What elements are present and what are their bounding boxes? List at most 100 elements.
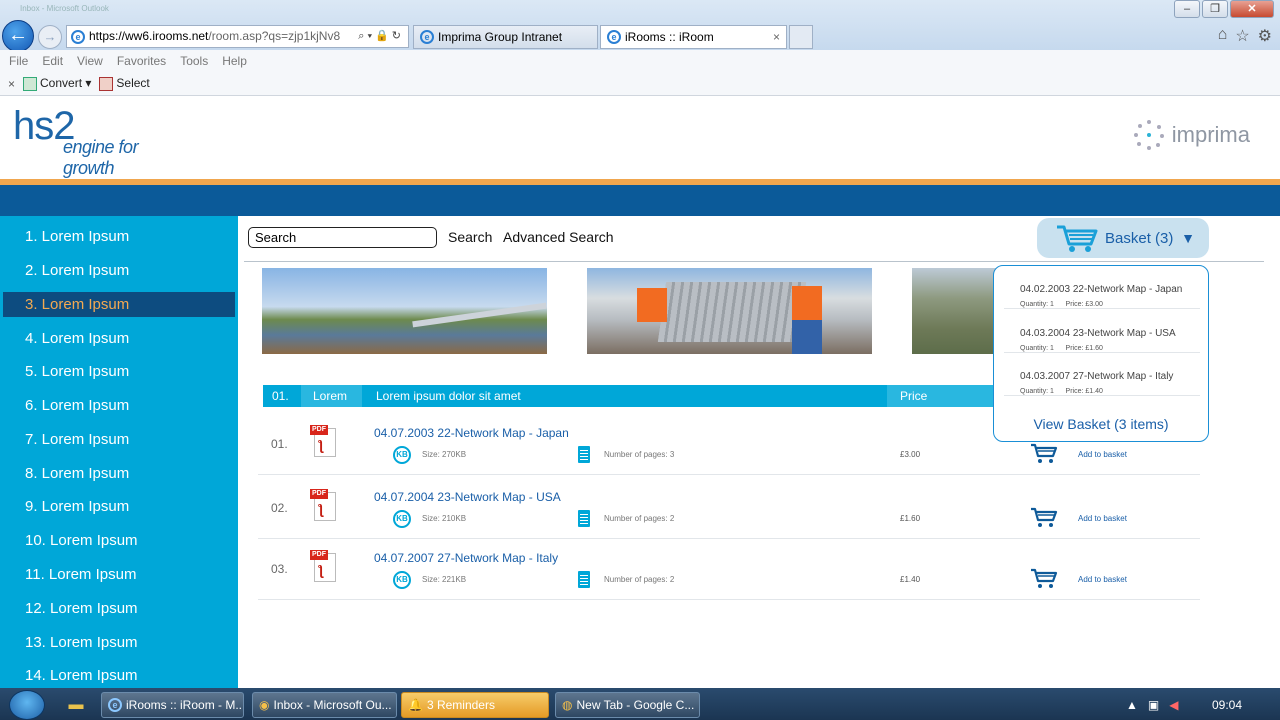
row-number: 02. [271,501,288,515]
tray-device-icon[interactable]: ▣ [1148,698,1159,712]
sidebar: 1. Lorem Ipsum 2. Lorem Ipsum 3. Lorem I… [0,216,238,688]
basket-item-title: 04.03.2004 23-Network Map - USA [1020,328,1176,339]
taskbar-item-reminders[interactable]: 🔔 3 Reminders [401,692,549,718]
sidebar-item-6[interactable]: 6. Lorem Ipsum [3,393,235,418]
add-to-basket-link[interactable]: Add to basket [1078,450,1127,459]
basket-label: Basket (3) [1105,229,1174,247]
select-icon [99,76,114,91]
menu-file[interactable]: File [9,50,28,72]
pdf-icon[interactable]: PDF ƪ [310,425,338,458]
restore-button[interactable]: ❐ [1202,0,1228,18]
column-header[interactable]: Lorem ipsum dolor sit amet [363,385,887,407]
window-controls: – ❐ ✕ [1174,0,1274,18]
favorites-star-icon[interactable]: ☆ [1235,26,1249,46]
add-to-basket-cart-icon[interactable] [1030,567,1058,589]
folder-icon[interactable]: ▬ [60,691,92,718]
sidebar-item-8[interactable]: 8. Lorem Ipsum [3,461,235,486]
sidebar-item-5[interactable]: 5. Lorem Ipsum [3,359,235,384]
basket-button[interactable]: Basket (3) ▼ [1037,218,1209,258]
document-pages: Number of pages: 3 [604,450,675,459]
pdf-icon[interactable]: PDF ƪ [310,550,338,583]
add-to-basket-link[interactable]: Add to basket [1078,575,1127,584]
basket-item-meta: Quantity: 1 Price: £1.60 [1020,345,1103,352]
document-price: £3.00 [900,450,921,459]
address-tools-icons[interactable]: ⌕▾🔒↻ [358,26,408,47]
menu-view[interactable]: View [77,50,103,72]
select-button[interactable]: Select [99,76,150,91]
sidebar-item-12[interactable]: 12. Lorem Ipsum [3,596,235,621]
document-title-link[interactable]: 04.07.2007 27-Network Map - Italy [374,551,558,565]
bell-icon: 🔔 [408,698,423,712]
column-header[interactable]: 01. [263,385,300,407]
sidebar-item-11[interactable]: 11. Lorem Ipsum [3,562,235,587]
volume-muted-icon[interactable]: ◀ [1169,698,1178,712]
tab-irooms[interactable]: e iRooms :: iRoom × [600,25,787,49]
sidebar-item-14[interactable]: 14. Lorem Ipsum [3,663,235,688]
system-tray: ▲ ▣ ◀ 09:04 [1120,692,1280,718]
add-to-basket-link[interactable]: Add to basket [1078,514,1127,523]
kb-icon: KB [393,510,411,528]
document-price: £1.40 [900,575,921,584]
start-button[interactable] [9,690,45,720]
new-tab-button[interactable] [789,25,813,49]
pages-icon [578,571,590,588]
sidebar-item-7[interactable]: 7. Lorem Ipsum [3,427,235,452]
table-header: 01. Lorem Lorem ipsum dolor sit amet Pri… [263,385,993,407]
close-window-button[interactable]: ✕ [1230,0,1274,18]
document-size: Size: 221KB [422,575,467,584]
address-bar[interactable]: e https://ww6.irooms.net/room.asp?qs=zjp… [66,25,409,48]
add-to-basket-cart-icon[interactable] [1030,442,1058,464]
search-input[interactable] [248,227,437,248]
convert-button[interactable]: Convert ▾ [23,76,91,91]
hs2-logo[interactable]: hs2 engine for growth [13,104,193,178]
clock[interactable]: 09:04 [1212,698,1242,712]
add-to-basket-cart-icon[interactable] [1030,506,1058,528]
row-number: 03. [271,562,288,576]
basket-item[interactable]: 04.03.2007 27-Network Map - Italy Quanti… [1004,353,1200,396]
close-toolbar-icon[interactable]: × [8,77,15,91]
sidebar-item-10[interactable]: 10. Lorem Ipsum [3,528,235,553]
sidebar-item-1[interactable]: 1. Lorem Ipsum [3,224,235,249]
ie-icon: e [607,30,621,44]
taskbar-item-irooms[interactable]: e iRooms :: iRoom - M... [101,692,244,718]
minimize-button[interactable]: – [1174,0,1200,18]
pages-icon [578,510,590,527]
basket-item[interactable]: 04.02.2003 22-Network Map - Japan Quanti… [1004,266,1200,309]
menu-favorites[interactable]: Favorites [117,50,166,72]
forward-button[interactable]: → [38,25,62,49]
menu-help[interactable]: Help [222,50,247,72]
menu-edit[interactable]: Edit [42,50,63,72]
sidebar-item-9[interactable]: 9. Lorem Ipsum [3,494,235,519]
close-tab-icon[interactable]: × [773,26,786,48]
header-band [0,185,1280,216]
menu-tools[interactable]: Tools [180,50,208,72]
basket-item[interactable]: 04.03.2004 23-Network Map - USA Quantity… [1004,310,1200,353]
back-button[interactable]: ← [2,20,34,52]
tray-expand-icon[interactable]: ▲ [1126,698,1138,712]
tab-imprima-intranet[interactable]: e Imprima Group Intranet [413,25,598,49]
basket-item-meta: Quantity: 1 Price: £3.00 [1020,301,1103,308]
sidebar-item-4[interactable]: 4. Lorem Ipsum [3,326,235,351]
document-title-link[interactable]: 04.07.2003 22-Network Map - Japan [374,426,569,440]
pdf-icon[interactable]: PDF ƪ [310,489,338,522]
basket-dropdown: 04.02.2003 22-Network Map - Japan Quanti… [993,265,1209,442]
advanced-search-link[interactable]: Advanced Search [503,229,614,245]
column-header[interactable]: Price [887,385,993,407]
chrome-icon: ◍ [562,698,573,712]
taskbar-item-outlook[interactable]: ◉ Inbox - Microsoft Ou... [252,692,397,718]
chevron-down-icon: ▼ [1181,230,1195,246]
tab-label: iRooms :: iRoom [625,30,714,44]
sidebar-item-3[interactable]: 3. Lorem Ipsum [3,292,235,317]
column-header[interactable]: Lorem [301,385,362,407]
sidebar-item-13[interactable]: 13. Lorem Ipsum [3,630,235,655]
document-title-link[interactable]: 04.07.2004 23-Network Map - USA [374,490,561,504]
view-basket-link[interactable]: View Basket (3 items) [994,416,1208,432]
home-icon[interactable]: ⌂ [1218,26,1228,46]
tab-label: Imprima Group Intranet [438,30,563,44]
ie-icon: e [108,698,122,712]
taskbar-item-chrome[interactable]: ◍ New Tab - Google C... [555,692,700,718]
sidebar-item-2[interactable]: 2. Lorem Ipsum [3,258,235,283]
imprima-logo[interactable]: imprima [1133,120,1250,150]
gear-icon[interactable]: ⚙ [1258,26,1272,46]
search-button[interactable]: Search [448,229,492,245]
